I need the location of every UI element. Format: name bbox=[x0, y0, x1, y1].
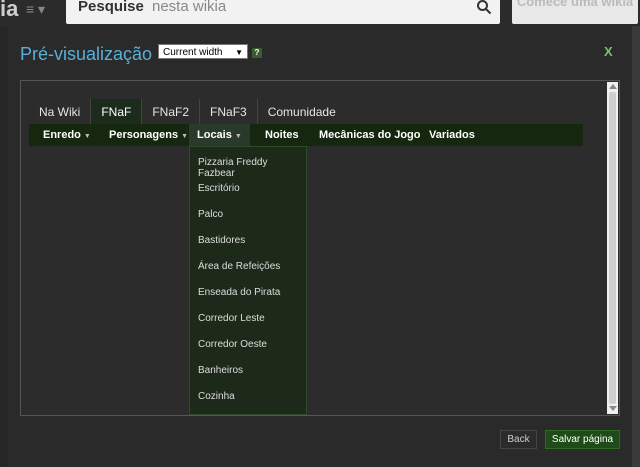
subnav-noites[interactable]: Noites bbox=[265, 124, 299, 146]
save-page-button[interactable]: Salvar página bbox=[545, 430, 620, 449]
search-icon[interactable] bbox=[476, 0, 492, 15]
scroll-down-icon[interactable] bbox=[609, 406, 617, 411]
scroll-up-icon[interactable] bbox=[609, 84, 617, 89]
help-icon[interactable]: ? bbox=[252, 48, 262, 58]
dropdown-item[interactable]: Corredor Leste bbox=[198, 313, 265, 324]
select-arrow-icon: ▼ bbox=[235, 48, 243, 57]
dropdown-item[interactable]: Área de Refeições bbox=[198, 261, 280, 272]
modal-title: Pré-visualização bbox=[20, 44, 153, 64]
wiki-tabs: Na Wiki FNaF FNaF2 FNaF3 Comunidade bbox=[29, 99, 346, 125]
locais-dropdown: Pizzaria Freddy Fazbear Escritório Palco… bbox=[189, 146, 307, 415]
dropdown-item[interactable]: Corredor Oeste bbox=[198, 339, 267, 350]
width-select[interactable]: Current width ▼ bbox=[158, 44, 248, 59]
tab-fnaf2[interactable]: FNaF2 bbox=[142, 99, 201, 125]
wikia-logo[interactable]: ia bbox=[0, 0, 18, 22]
dropdown-item[interactable]: Enseada do Pirata bbox=[198, 287, 280, 298]
tab-comunidade[interactable]: Comunidade bbox=[258, 99, 346, 125]
subnav-personagens[interactable]: Personagens ▼ bbox=[109, 124, 188, 148]
search-placeholder-rest: nesta wikia bbox=[152, 0, 227, 15]
page-side-right bbox=[632, 26, 640, 467]
chevron-down-icon: ▼ bbox=[83, 133, 91, 140]
dropdown-item[interactable]: Banheiros bbox=[198, 365, 243, 376]
menu-icon[interactable]: ≡ ▾ bbox=[26, 1, 45, 18]
page-side-left bbox=[0, 26, 8, 467]
search-box[interactable]: Pesquise nesta wikia bbox=[66, 0, 500, 24]
preview-modal: Pré-visualização Current width ▼ ? X Na … bbox=[8, 26, 632, 467]
subnav-enredo[interactable]: Enredo ▼ bbox=[43, 124, 91, 148]
subnav-label: Enredo bbox=[43, 129, 81, 141]
subnav-mecanicas[interactable]: Mecânicas do Jogo bbox=[319, 124, 420, 146]
subnav-label: Locais bbox=[197, 129, 232, 141]
search-placeholder-strong: Pesquise bbox=[78, 0, 144, 15]
back-button[interactable]: Back bbox=[500, 430, 537, 449]
dropdown-item[interactable]: Bastidores bbox=[198, 235, 245, 246]
vertical-scrollbar[interactable] bbox=[607, 82, 618, 414]
dropdown-item[interactable]: Pizzaria Freddy Fazbear bbox=[198, 157, 306, 179]
dropdown-item[interactable]: Escritório bbox=[198, 183, 240, 194]
subnav-locais[interactable]: Locais ▼ bbox=[189, 124, 250, 148]
start-wiki-label: Comece uma wikia bbox=[516, 0, 634, 9]
preview-area: Na Wiki FNaF FNaF2 FNaF3 Comunidade Enre… bbox=[20, 80, 620, 416]
subnav-bar: Enredo ▼ Personagens ▼ Locais ▼ Noites Mecâ… bbox=[29, 124, 583, 148]
subnav-label: Personagens bbox=[109, 129, 179, 141]
dropdown-item[interactable]: Palco bbox=[198, 209, 223, 220]
width-select-value: Current width bbox=[163, 47, 223, 58]
chevron-down-icon: ▼ bbox=[181, 133, 189, 140]
page-header-background: ia ≡ ▾ Pesquise nesta wikia Comece uma w… bbox=[0, 0, 640, 26]
close-button[interactable]: X bbox=[604, 44, 613, 59]
start-wiki-button[interactable]: Comece uma wikia bbox=[512, 0, 638, 24]
tab-fnaf[interactable]: FNaF bbox=[91, 99, 143, 125]
dropdown-item[interactable]: Cozinha bbox=[198, 391, 235, 402]
chevron-down-icon: ▼ bbox=[234, 133, 242, 140]
scroll-thumb[interactable] bbox=[609, 92, 616, 404]
subnav-variados[interactable]: Variados bbox=[429, 124, 475, 146]
tab-na-wiki[interactable]: Na Wiki bbox=[29, 99, 92, 125]
tab-fnaf3[interactable]: FNaF3 bbox=[200, 99, 258, 125]
